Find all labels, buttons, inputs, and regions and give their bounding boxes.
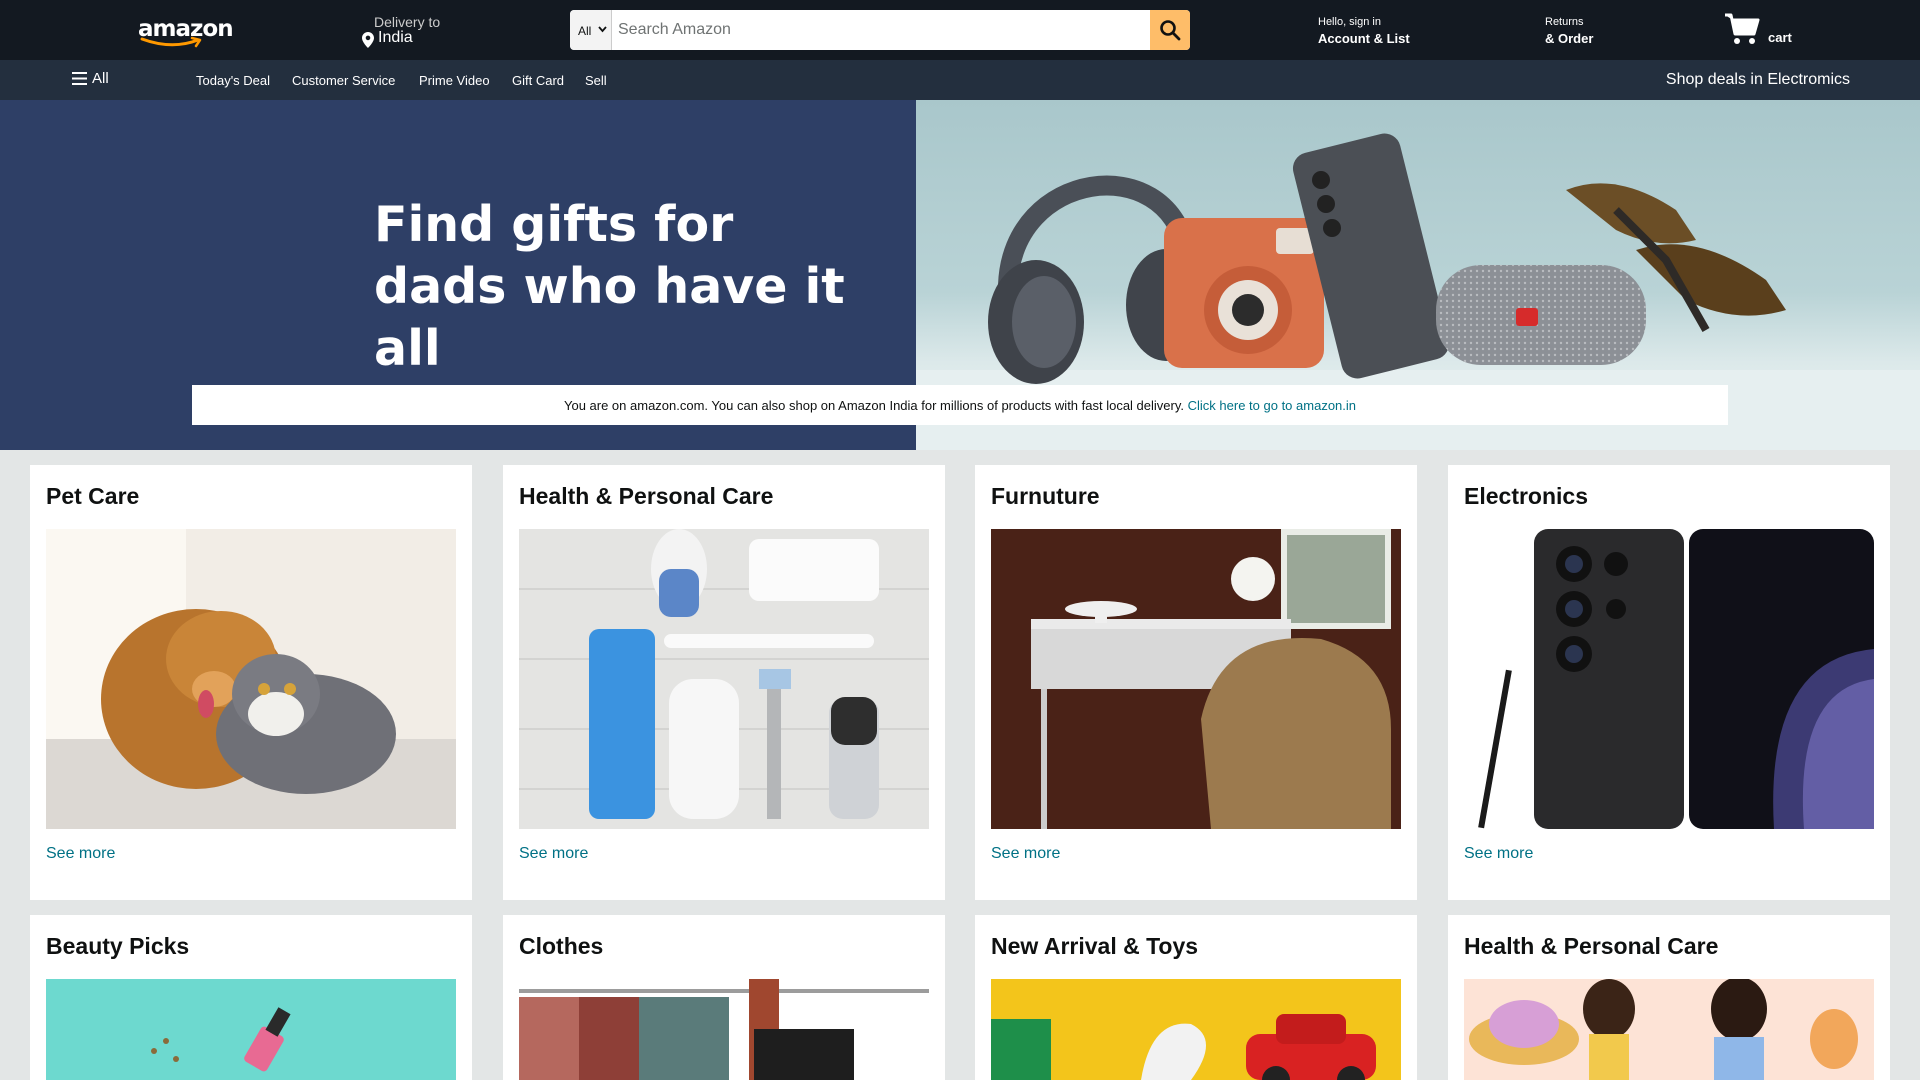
speaker-illustration <box>1436 265 1646 365</box>
top-nav-bar: amazon Delivery to India All Hello, sign <box>0 0 1920 60</box>
card-title: Electronics <box>1464 483 1588 509</box>
cart-icon <box>1725 13 1760 44</box>
amazon-india-link[interactable]: Click here to go to amazon.in <box>1188 398 1356 413</box>
international-notice: You are on amazon.com. You can also shop… <box>192 385 1728 425</box>
hero-banner[interactable]: Find gifts for dads who have it all You … <box>0 100 1920 450</box>
new-arrival-toys-image[interactable] <box>991 979 1401 1080</box>
see-more-link[interactable]: See more <box>991 845 1060 863</box>
category-card-furniture: Furnuture See more <box>975 465 1417 900</box>
account-greeting: Hello, sign in <box>1318 16 1381 28</box>
category-card-pet-care: Pet Care See more <box>30 465 472 900</box>
category-card-new-arrival-toys: New Arrival & Toys <box>975 915 1417 1080</box>
card-title: Pet Care <box>46 483 140 509</box>
all-menu-label: All <box>92 70 109 87</box>
sub-nav-bar: All Today's Deal Customer Service Prime … <box>0 60 1920 100</box>
cart-label: cart <box>1768 30 1792 45</box>
returns-label: Returns <box>1545 16 1584 28</box>
category-card-health-personal-care: Health & Personal Care See more <box>503 465 945 900</box>
see-more-link[interactable]: See more <box>46 845 115 863</box>
nav-link-prime-video[interactable]: Prime Video <box>419 73 490 88</box>
search-icon <box>1160 20 1181 41</box>
pet-care-image[interactable] <box>46 529 456 829</box>
search-input[interactable] <box>612 10 1150 50</box>
nav-link-customer-service[interactable]: Customer Service <box>292 73 395 88</box>
health-personal-care-image[interactable] <box>519 529 929 829</box>
hamburger-menu-icon <box>72 72 87 85</box>
delivery-label: Delivery to <box>374 14 441 30</box>
card-title: Health & Personal Care <box>1464 933 1719 959</box>
amazon-smile-icon <box>140 36 202 48</box>
caret-down-icon <box>598 26 607 33</box>
card-title: Clothes <box>519 933 604 959</box>
category-card-beauty-picks: Beauty Picks <box>30 915 472 1080</box>
account-label: Account & List <box>1318 31 1410 46</box>
nav-link-sell[interactable]: Sell <box>585 73 607 88</box>
furniture-image[interactable] <box>991 529 1401 829</box>
beauty-picks-image[interactable] <box>46 979 456 1080</box>
search-bar: All <box>570 10 1190 50</box>
location-pin-icon <box>362 32 374 48</box>
category-card-electronics: Electronics See more <box>1448 465 1890 900</box>
delivery-country: India <box>378 29 413 46</box>
category-card-health-personal-care-2: Health & Personal Care <box>1448 915 1890 1080</box>
see-more-link[interactable]: See more <box>1464 845 1533 863</box>
delivery-location[interactable]: Delivery to India <box>360 12 470 50</box>
amazon-logo[interactable]: amazon <box>130 12 234 48</box>
search-category-value: All <box>578 24 592 38</box>
instant-camera-illustration <box>1164 218 1324 368</box>
hero-headline: Find gifts for dads who have it all <box>374 194 894 380</box>
returns-and-orders[interactable]: Returns & Order <box>1545 16 1625 48</box>
search-category-select[interactable]: All <box>570 10 612 50</box>
card-title: New Arrival & Toys <box>991 933 1199 959</box>
health-personal-care-image-2[interactable] <box>1464 979 1874 1080</box>
orders-label: & Order <box>1545 31 1594 46</box>
see-more-link[interactable]: See more <box>519 845 588 863</box>
nav-link-gift-card[interactable]: Gift Card <box>512 73 564 88</box>
hero-headline-line1: Find gifts for <box>374 196 734 253</box>
search-button[interactable] <box>1150 10 1190 50</box>
card-title: Health & Personal Care <box>519 483 774 509</box>
card-title: Furnuture <box>991 483 1100 509</box>
clothes-image[interactable] <box>519 979 929 1080</box>
card-title: Beauty Picks <box>46 933 190 959</box>
electronics-image[interactable] <box>1464 529 1874 829</box>
nav-link-todays-deal[interactable]: Today's Deal <box>196 73 270 88</box>
cart-button[interactable]: cart <box>1724 12 1824 48</box>
shop-deals-electronics-link[interactable]: Shop deals in Electromics <box>1666 71 1850 89</box>
notice-text: You are on amazon.com. You can also shop… <box>563 398 1185 413</box>
hero-headline-line2: dads who have it all <box>374 258 845 377</box>
account-and-lists[interactable]: Hello, sign in Account & List <box>1318 16 1468 48</box>
category-card-clothes: Clothes <box>503 915 945 1080</box>
